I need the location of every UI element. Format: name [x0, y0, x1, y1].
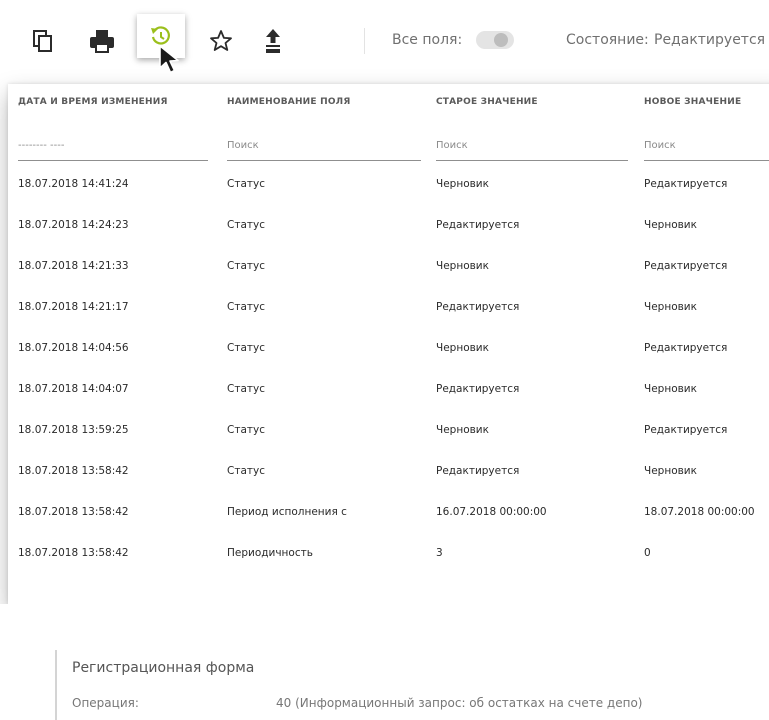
old-value-search-input[interactable]: Поиск	[436, 140, 628, 161]
all-fields-label: Все поля:	[392, 32, 463, 48]
operation-label: Операция:	[72, 696, 139, 710]
table-row[interactable]: 18.07.2018 13:59:25 Статус Черновик Реда…	[8, 412, 769, 453]
cell-datetime: 18.07.2018 14:24:23	[18, 219, 129, 231]
table-row[interactable]: 18.07.2018 14:04:56 Статус Черновик Реда…	[8, 330, 769, 371]
cell-new-value: Редактируется	[644, 342, 728, 354]
cell-new-value: Черновик	[644, 383, 697, 395]
cell-datetime: 18.07.2018 13:58:42	[18, 465, 129, 477]
column-header-datetime[interactable]: ДАТА И ВРЕМЯ ИЗМЕНЕНИЯ	[18, 97, 168, 107]
table-row[interactable]: 18.07.2018 13:58:42 Период исполнения с …	[8, 494, 769, 535]
field-name-search-input[interactable]: Поиск	[227, 140, 421, 161]
operation-value: 40 (Информационный запрос: об остатках н…	[276, 696, 643, 710]
copy-icon[interactable]	[28, 26, 58, 56]
datetime-filter-input[interactable]: -------- ----	[18, 140, 208, 161]
cell-field-name: Статус	[227, 342, 265, 354]
cell-new-value: Редактируется	[644, 424, 728, 436]
toolbar-divider	[364, 28, 365, 54]
history-table-header: ДАТА И ВРЕМЯ ИЗМЕНЕНИЯ НАИМЕНОВАНИЕ ПОЛЯ…	[8, 84, 769, 126]
cell-field-name: Статус	[227, 301, 265, 313]
table-row[interactable]: 18.07.2018 14:41:24 Статус Черновик Реда…	[8, 166, 769, 207]
registration-form-title: Регистрационная форма	[72, 660, 255, 676]
cell-new-value: Черновик	[644, 301, 697, 313]
cell-new-value: 0	[644, 547, 651, 559]
cell-field-name: Статус	[227, 383, 265, 395]
cell-old-value: Редактируется	[436, 219, 520, 231]
cell-datetime: 18.07.2018 14:41:24	[18, 178, 129, 190]
cell-new-value: Черновик	[644, 219, 697, 231]
table-row[interactable]: 18.07.2018 14:04:07 Статус Редактируется…	[8, 371, 769, 412]
cell-field-name: Статус	[227, 178, 265, 190]
cell-datetime: 18.07.2018 14:21:33	[18, 260, 129, 272]
column-header-old-value[interactable]: СТАРОЕ ЗНАЧЕНИЕ	[436, 97, 538, 107]
cell-datetime: 18.07.2018 14:04:07	[18, 383, 129, 395]
cell-datetime: 18.07.2018 14:21:17	[18, 301, 129, 313]
cell-new-value: Черновик	[644, 465, 697, 477]
cell-datetime: 18.07.2018 13:58:42	[18, 547, 129, 559]
new-value-search-input[interactable]: Поиск	[644, 140, 769, 161]
cell-field-name: Периодичность	[227, 547, 313, 559]
cell-old-value: Черновик	[436, 342, 489, 354]
cell-old-value: Редактируется	[436, 465, 520, 477]
cell-field-name: Статус	[227, 424, 265, 436]
history-filter-row: -------- ---- Поиск Поиск Поиск	[8, 126, 769, 166]
cell-old-value: Редактируется	[436, 301, 520, 313]
change-history-panel: ДАТА И ВРЕМЯ ИЗМЕНЕНИЯ НАИМЕНОВАНИЕ ПОЛЯ…	[8, 84, 769, 604]
cell-field-name: Период исполнения с	[227, 506, 347, 518]
mouse-cursor-icon	[158, 44, 188, 80]
cell-old-value: Черновик	[436, 260, 489, 272]
cell-field-name: Статус	[227, 219, 265, 231]
cell-old-value: 3	[436, 547, 443, 559]
cell-datetime: 18.07.2018 14:04:56	[18, 342, 129, 354]
cell-old-value: Редактируется	[436, 383, 520, 395]
cell-new-value: Редактируется	[644, 178, 728, 190]
state-label: Состояние:	[566, 32, 649, 48]
export-xml-icon[interactable]	[258, 26, 288, 56]
cell-datetime: 18.07.2018 13:59:25	[18, 424, 129, 436]
form-section-border	[55, 650, 57, 720]
table-row[interactable]: 18.07.2018 13:58:42 Статус Редактируется…	[8, 453, 769, 494]
column-header-new-value[interactable]: НОВОЕ ЗНАЧЕНИЕ	[644, 97, 741, 107]
table-row[interactable]: 18.07.2018 14:24:23 Статус Редактируется…	[8, 207, 769, 248]
table-row[interactable]: 18.07.2018 14:21:33 Статус Черновик Реда…	[8, 248, 769, 289]
cell-new-value: Редактируется	[644, 260, 728, 272]
print-icon[interactable]	[87, 26, 117, 56]
state-value: Редактируется	[654, 32, 766, 48]
cell-datetime: 18.07.2018 13:58:42	[18, 506, 129, 518]
table-row[interactable]: 18.07.2018 13:58:42 Периодичность 3 0	[8, 535, 769, 576]
column-header-field-name[interactable]: НАИМЕНОВАНИЕ ПОЛЯ	[227, 97, 350, 107]
toggle-knob	[494, 33, 508, 47]
cell-field-name: Статус	[227, 260, 265, 272]
cell-old-value: Черновик	[436, 178, 489, 190]
cell-new-value: 18.07.2018 00:00:00	[644, 506, 755, 518]
cell-old-value: Черновик	[436, 424, 489, 436]
cell-field-name: Статус	[227, 465, 265, 477]
cell-old-value: 16.07.2018 00:00:00	[436, 506, 547, 518]
all-fields-toggle[interactable]	[476, 31, 514, 49]
star-icon[interactable]	[206, 26, 236, 56]
table-row[interactable]: 18.07.2018 14:21:17 Статус Редактируется…	[8, 289, 769, 330]
toolbar: Все поля: Состояние: Редактируется	[0, 0, 769, 84]
